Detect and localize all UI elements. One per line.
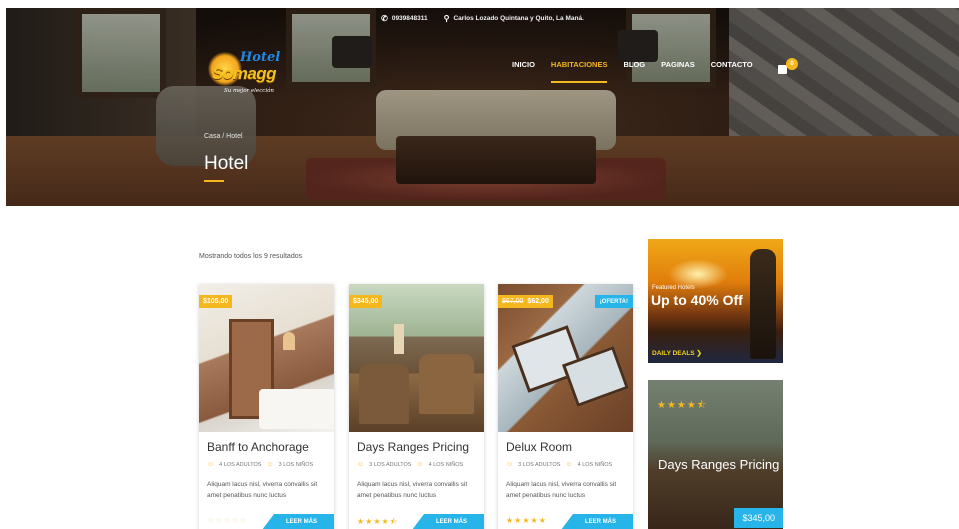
kids-text: 4 LOS NIÑOS [428,461,464,468]
adults-text: 3 LOS ADULTOS [369,461,412,468]
adult-icon: ☺ [506,461,514,468]
cart-button[interactable]: 0 [778,58,798,77]
hero-banner: ✆ 0939848311 ⚲ Carlos Lozado Quintana y … [6,8,959,206]
price-badge: $105,00 [199,295,233,308]
room-title[interactable]: Days Ranges Pricing [357,440,469,454]
room-description: Aliquam lacus nisl, viverra convallis si… [506,481,617,500]
read-more-button[interactable]: LEER MÁS [561,514,633,529]
nav-item-paginas[interactable]: PAGINAS [661,60,695,75]
phone-text: 0939848311 [391,14,428,22]
phone-icon: ✆ [381,13,388,23]
rating-stars: ☆☆☆☆☆ [207,516,248,525]
room-title[interactable]: Banff to Anchorage [207,440,309,454]
cart-count-badge: 0 [786,58,798,70]
topbar-address: ⚲ Carlos Lozado Quintana y Quito, La Man… [444,14,584,23]
room-description: Aliquam lacus nisl, viverra convallis si… [207,481,318,500]
main-nav: INICIO HABITACIONES BLOG PAGINAS CONTACT… [512,60,753,83]
title-underline [204,180,224,182]
page-title: Hotel [204,153,249,174]
card-footer: ★★★★★ LEER MÁS [498,514,633,529]
adult-icon: ☺ [207,461,215,468]
image-armchair [359,364,409,424]
adults-text: 3 LOS ADULTOS [518,461,561,468]
price-value: $105,00 [203,298,229,305]
kids-text: 3 LOS NIÑOS [278,461,314,468]
card-footer: ☆☆☆☆☆ LEER MÁS [199,514,334,529]
nav-item-contacto[interactable]: CONTACTO [711,60,753,75]
old-price: $67,00 [502,298,524,305]
topbar-phone[interactable]: ✆ 0939848311 [381,14,428,23]
address-text: Carlos Lozado Quintana y Quito, La Maná. [453,14,584,22]
daily-deals-link[interactable]: DAILY DEALS ❯ [652,349,702,357]
adult-icon: ☺ [357,461,365,468]
room-card[interactable]: $345,00 Days Ranges Pricing ☺ 3 LOS ADUL… [349,284,484,529]
price-badge: $67,00 $62,00 [498,295,553,308]
price-value: $62,00 [527,298,549,305]
child-icon: ☺ [416,461,424,468]
rating-stars: ★★★★⯪ [357,517,399,526]
featured-title[interactable]: Days Ranges Pricing [658,457,779,472]
image-armchair [419,354,474,414]
offer-badge: ¡OFERTA! [594,295,633,308]
card-footer: ★★★★⯪ LEER MÁS [349,514,484,529]
map-pin-icon: ⚲ [443,13,450,23]
room-title[interactable]: Delux Room [506,440,572,454]
room-card[interactable]: $105,00 Banff to Anchorage ☺ 4 LOS ADULT… [199,284,334,529]
room-description: Aliquam lacus nisl, viverra convallis si… [357,481,468,500]
logo-hotel-text: Hotel [240,50,281,65]
room-meta: ☺ 3 LOS ADULTOS ☺ 4 LOS NIÑOS [357,461,463,468]
result-count: Mostrando todos los 9 resultados [199,253,303,260]
read-more-button[interactable]: LEER MÁS [412,514,484,529]
nav-item-inicio[interactable]: INICIO [512,60,535,75]
topbar: ✆ 0939848311 ⚲ Carlos Lozado Quintana y … [6,8,959,28]
room-meta: ☺ 3 LOS ADULTOS ☺ 4 LOS NIÑOS [506,461,612,468]
page: ✆ 0939848311 ⚲ Carlos Lozado Quintana y … [0,0,959,529]
kids-text: 4 LOS NIÑOS [577,461,613,468]
nav-item-blog[interactable]: BLOG [623,60,645,75]
room-meta: ☺ 4 LOS ADULTOS ☺ 3 LOS NIÑOS [207,461,313,468]
promo-subtitle: Featured Hotels [652,285,695,291]
read-more-button[interactable]: LEER MÁS [262,514,334,529]
statue-silhouette [750,249,776,359]
logo-brand-text: Somagg [212,64,277,83]
image-bed [259,389,334,429]
featured-price: $345,00 [734,508,783,528]
child-icon: ☺ [565,461,573,468]
room-card[interactable]: $67,00 $62,00 ¡OFERTA! Delux Room ☺ 3 LO… [498,284,633,529]
price-value: $345,00 [353,298,379,305]
rating-stars: ★★★★★ [506,516,547,525]
adults-text: 4 LOS ADULTOS [219,461,262,468]
hero-overlay [6,8,959,206]
featured-room[interactable]: ★★★★⯪ Days Ranges Pricing $345,00 [648,380,783,529]
promo-title: Up to 40% Off [651,292,743,308]
child-icon: ☺ [266,461,274,468]
image-lamp [394,324,404,354]
image-lamp [283,332,295,350]
logo-tagline: Su mejor elección [224,88,274,94]
breadcrumb[interactable]: Casa / Hotel [204,133,243,140]
price-badge: $345,00 [349,295,383,308]
featured-rating-stars: ★★★★⯪ [657,400,708,411]
promo-banner[interactable]: Featured Hotels Up to 40% Off DAILY DEAL… [648,239,783,363]
site-logo[interactable]: Hotel Somagg Su mejor elección [206,46,286,98]
nav-item-habitaciones[interactable]: HABITACIONES [550,60,607,83]
